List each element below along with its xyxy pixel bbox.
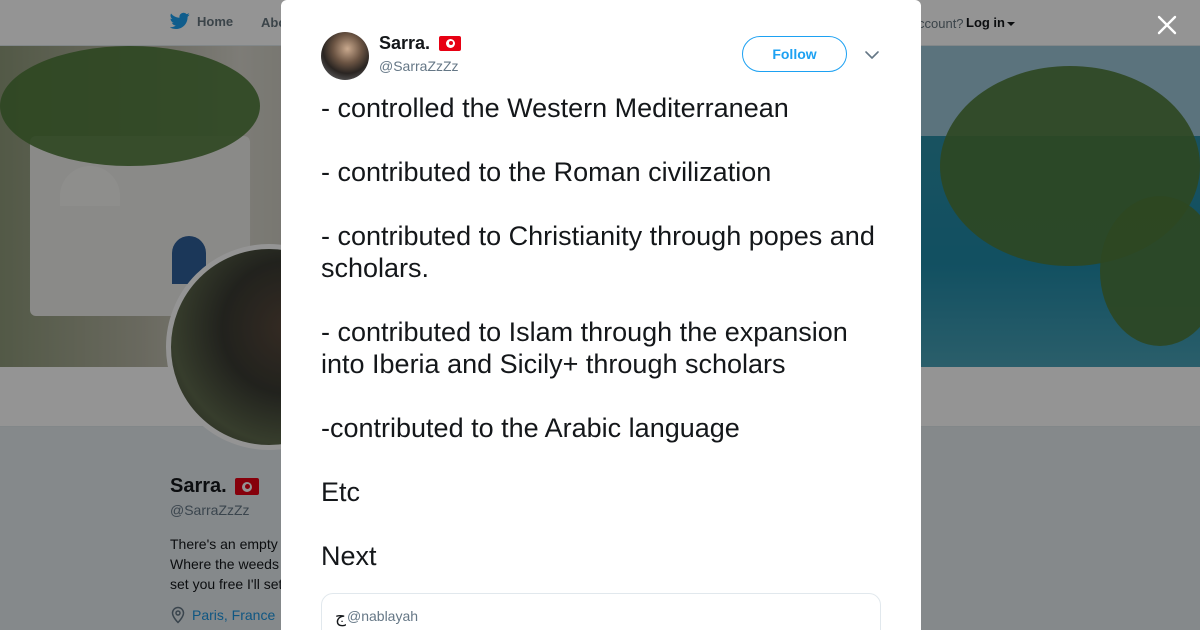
- tweet-permalink-modal: Sarra. @SarraZzZz Follow - controlled th…: [281, 0, 921, 630]
- close-icon: [1157, 15, 1177, 35]
- tweet-paragraph: - contributed to Islam through the expan…: [321, 317, 848, 379]
- chevron-down-icon[interactable]: [863, 46, 881, 64]
- tweet-author-handle[interactable]: @SarraZzZz: [379, 58, 459, 74]
- tweet-paragraph: Etc: [321, 477, 361, 507]
- close-button[interactable]: [1152, 10, 1182, 40]
- tweet-paragraph: -contributed to the Arabic language: [321, 413, 740, 443]
- tunisia-flag-icon: [439, 36, 462, 51]
- quoted-tweet-card[interactable]: ج @nablayah: [321, 593, 881, 630]
- tweet-author-name-text: Sarra.: [379, 33, 431, 53]
- tweet-paragraph: - controlled the Western Mediterranean: [321, 93, 789, 123]
- tweet-author-avatar[interactable]: [321, 32, 369, 80]
- follow-button[interactable]: Follow: [742, 36, 847, 72]
- tweet-paragraph: - contributed to Christianity through po…: [321, 221, 875, 283]
- quoted-author-name: ج: [335, 607, 346, 627]
- tweet-text: - controlled the Western Mediterranean -…: [321, 92, 881, 604]
- quoted-author-handle: @nablayah: [347, 608, 419, 624]
- tweet-paragraph: - contributed to the Roman civilization: [321, 157, 772, 187]
- tweet-paragraph: Next: [321, 541, 377, 571]
- tweet-author-name[interactable]: Sarra.: [379, 33, 462, 54]
